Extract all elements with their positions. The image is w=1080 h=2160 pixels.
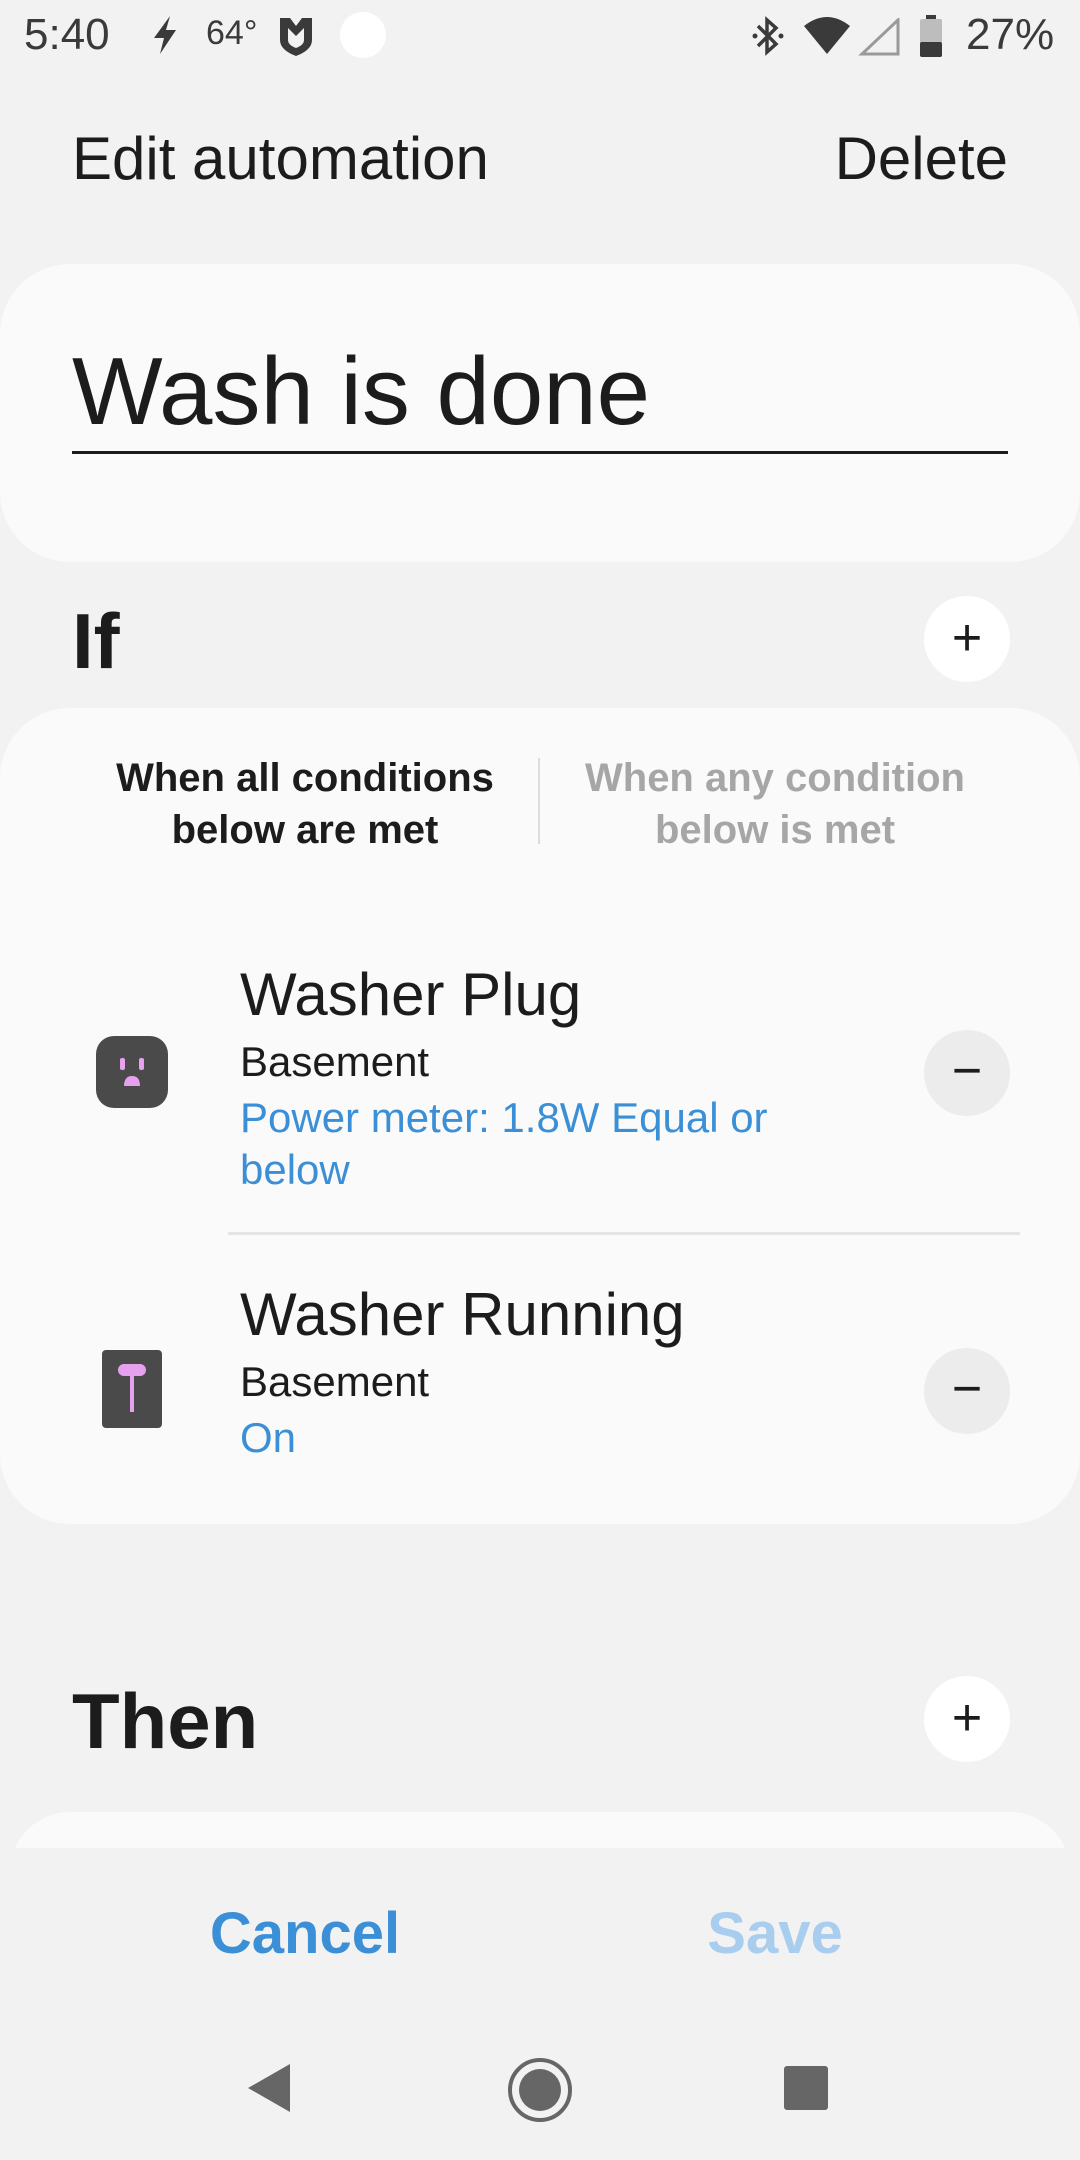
delete-button[interactable]: Delete: [835, 124, 1008, 193]
remove-condition-button[interactable]: −: [924, 1030, 1010, 1116]
cancel-button[interactable]: Cancel: [130, 1900, 480, 1967]
save-button[interactable]: Save: [600, 1900, 950, 1967]
condition-value: Power meter: 1.8W Equal or below: [240, 1094, 768, 1193]
condition-title: Washer Plug: [240, 961, 582, 1028]
automation-name-value: Wash is done: [72, 338, 651, 445]
mode-divider: [538, 758, 540, 844]
system-navigation-bar: [0, 2016, 1080, 2160]
if-section-title: If: [72, 597, 120, 685]
add-action-button[interactable]: +: [924, 1676, 1010, 1762]
remove-condition-button[interactable]: −: [924, 1348, 1010, 1434]
notification-dot-icon: [340, 12, 386, 58]
conditions-card: When all conditions below are met When a…: [0, 708, 1080, 1524]
back-icon[interactable]: [244, 2060, 294, 2121]
switch-icon: [102, 1350, 162, 1433]
recents-icon[interactable]: [782, 2064, 830, 2117]
condition-location: Basement: [240, 1038, 430, 1085]
status-time: 5:40: [24, 10, 110, 59]
minus-icon: −: [951, 1360, 983, 1418]
plus-icon: +: [951, 1689, 983, 1747]
bluetooth-icon: [750, 14, 786, 63]
automation-name-input[interactable]: Wash is done: [72, 336, 1008, 454]
page-title: Edit automation: [72, 125, 489, 192]
bottom-action-bar: Cancel Save: [0, 1848, 1080, 2016]
mode-any-condition-option[interactable]: When any condition below is met: [560, 752, 990, 856]
status-temperature: 64°: [206, 14, 258, 52]
smart-plug-icon: [96, 1036, 168, 1113]
condition-row-washer-running[interactable]: Washer Running Basement On −: [0, 1268, 1080, 1488]
condition-title: Washer Running: [240, 1281, 685, 1348]
condition-location: Basement: [240, 1358, 430, 1405]
condition-row-washer-plug[interactable]: Washer Plug Basement Power meter: 1.8W E…: [0, 940, 1080, 1240]
edit-automation-screen: 5:40 64° 27% Edit automation Delete Wash…: [0, 0, 1080, 2160]
plus-icon: +: [951, 609, 983, 667]
wifi-icon: [802, 16, 852, 61]
mode-all-conditions-option[interactable]: When all conditions below are met: [90, 752, 520, 856]
condition-divider: [228, 1232, 1020, 1235]
status-bar: 5:40 64° 27%: [0, 0, 1080, 72]
battery-percent: 27%: [966, 10, 1055, 59]
battery-icon: [918, 14, 944, 63]
then-section-title: Then: [72, 1677, 259, 1765]
shield-icon: [276, 14, 316, 63]
minus-icon: −: [951, 1042, 983, 1100]
automation-name-card: Wash is done: [0, 264, 1080, 562]
add-condition-button[interactable]: +: [924, 596, 1010, 682]
condition-value: On: [240, 1414, 297, 1461]
cell-signal-icon: [858, 16, 900, 61]
home-icon[interactable]: [506, 2056, 574, 2129]
flash-icon: [148, 14, 182, 61]
